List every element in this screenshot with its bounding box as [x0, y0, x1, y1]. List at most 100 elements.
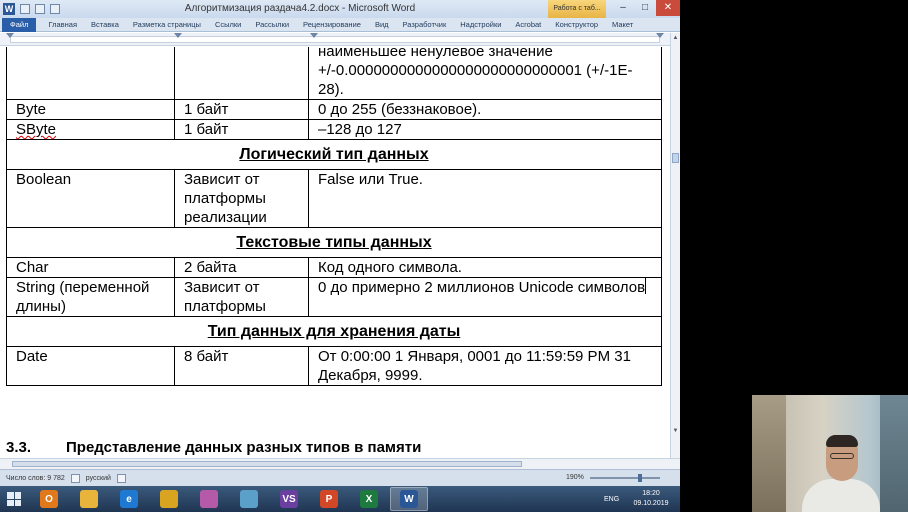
table-row: Boolean Зависит от платформы реализации Fa… — [6, 169, 662, 228]
zoom-knob[interactable] — [637, 473, 642, 482]
table-section-row: Текстовые типы данных — [6, 227, 662, 258]
type-name-cell: Boolean — [6, 169, 175, 228]
chrome-icon — [160, 490, 178, 508]
visual-studio-icon: VS — [280, 490, 298, 508]
section-title: Тип данных для хранения даты — [6, 316, 662, 347]
ribbon-tab[interactable]: Ссылки — [215, 20, 241, 29]
ruler-scale — [10, 36, 660, 43]
table-row: Date 8 байт От 0:00:00 1 Января, 0001 до 1… — [6, 346, 662, 386]
presenter-hair — [826, 435, 858, 447]
ribbon-tab[interactable]: Надстройки — [460, 20, 501, 29]
size-cell: 2 байта — [174, 257, 309, 278]
taskbar-button[interactable] — [150, 487, 188, 511]
ribbon-tab[interactable]: Файл — [2, 17, 37, 32]
taskbar-button[interactable]: P — [310, 487, 348, 511]
ribbon-tab[interactable]: Рассылки — [255, 20, 289, 29]
table-row: String (переменной длины) Зависит от плат… — [6, 277, 662, 317]
type-name-cell: Byte — [6, 99, 175, 120]
taskbar-button[interactable]: W — [390, 487, 428, 511]
spellcheck-icon[interactable] — [70, 473, 80, 483]
misspelled-word[interactable]: SByte — [16, 121, 56, 138]
size-cell: 1 байт — [174, 99, 309, 120]
taskbar-button[interactable]: e — [110, 487, 148, 511]
size-cell: 1 байт — [174, 119, 309, 140]
indent-marker[interactable] — [6, 33, 14, 38]
word-count[interactable]: Число слов: 9 782 — [6, 475, 65, 482]
data-types-table: наименьшее ненулевое значение +/-0.00000… — [6, 47, 662, 386]
taskbar-button[interactable]: VS — [270, 487, 308, 511]
taskbar: Oe VS P X W ENG 18:20 09.10.2019 — [0, 486, 680, 512]
type-name-cell: String (переменной длины) — [6, 277, 175, 317]
range-cell: False или True. — [308, 169, 662, 228]
input-language[interactable]: ENG — [604, 496, 619, 503]
range-cell: наименьшее ненулевое значение +/-0.00000… — [308, 47, 662, 100]
minimize-button[interactable]: – — [612, 0, 634, 16]
type-name-cell: Date — [6, 346, 175, 386]
type-name-cell — [6, 47, 175, 100]
title-bar: W Алгоритмизация раздача4.2.docx - Micro… — [0, 0, 680, 18]
type-name-cell: Char — [6, 257, 175, 278]
column-marker[interactable] — [310, 33, 318, 38]
column-marker[interactable] — [656, 33, 664, 38]
photos-icon — [200, 490, 218, 508]
excel-icon: X — [360, 490, 378, 508]
taskbar-button[interactable] — [230, 487, 268, 511]
webcam-background — [880, 395, 908, 512]
ribbon-tab[interactable]: Разработчик — [403, 20, 447, 29]
ie-icon: e — [120, 490, 138, 508]
type-name-cell: SByte — [6, 119, 175, 140]
range-cell: 0 до примерно 2 миллионов Unicode символ… — [308, 277, 662, 317]
heading-text: Представление данных разных типов в памя… — [66, 439, 422, 456]
taskbar-button[interactable]: O — [30, 487, 68, 511]
ribbon-tab[interactable]: Рецензирование — [303, 20, 361, 29]
notes-icon — [240, 490, 258, 508]
clock[interactable]: 18:20 09.10.2019 — [628, 489, 674, 509]
table-tools-tab[interactable]: Работа с таб... — [548, 0, 606, 18]
section-title: Логический тип данных — [6, 139, 662, 170]
ribbon-tab[interactable]: Разметка страницы — [133, 20, 201, 29]
clock-date: 09.10.2019 — [633, 500, 669, 507]
size-cell: 8 байт — [174, 346, 309, 386]
taskbar-button[interactable] — [190, 487, 228, 511]
zoom-slider[interactable] — [589, 473, 660, 482]
vertical-scrollbar[interactable]: ▲ ▼ — [670, 33, 680, 458]
zoom-level[interactable]: 190% — [566, 474, 584, 481]
text-cursor — [645, 278, 647, 294]
ribbon-tab[interactable]: Главная — [48, 20, 77, 29]
scroll-down-icon[interactable]: ▼ — [672, 428, 679, 434]
presenter-body — [802, 479, 880, 512]
ribbon-tab[interactable]: Конструктор — [555, 20, 598, 29]
table-row: Char 2 байта Код одного символа. — [6, 257, 662, 278]
horizontal-scrollbar[interactable] — [0, 458, 680, 469]
maximize-button[interactable]: □ — [634, 0, 656, 16]
section-heading: 3.3. Представление данных разных типов в … — [6, 439, 421, 456]
ribbon-tab[interactable]: Вид — [375, 20, 389, 29]
powerpoint-icon: P — [320, 490, 338, 508]
size-cell: Зависит от платформы — [174, 277, 309, 317]
ribbon-tab[interactable]: Макет — [612, 20, 633, 29]
taskbar-button[interactable]: X — [350, 487, 388, 511]
macro-icon[interactable] — [116, 473, 126, 483]
horizontal-ruler[interactable] — [0, 33, 670, 46]
close-button[interactable]: ✕ — [656, 0, 680, 16]
range-cell: Код одного символа. — [308, 257, 662, 278]
scroll-up-icon[interactable]: ▲ — [672, 35, 679, 41]
taskbar-button[interactable] — [70, 487, 108, 511]
language-indicator[interactable]: русский — [86, 475, 111, 482]
range-cell: 0 до 255 (беззнаковое). — [308, 99, 662, 120]
word-window: W Алгоритмизация раздача4.2.docx - Micro… — [0, 0, 680, 486]
size-cell — [174, 47, 309, 100]
scroll-thumb[interactable] — [672, 153, 679, 163]
start-button[interactable] — [0, 486, 28, 512]
ribbon-tab[interactable]: Вставка — [91, 20, 119, 29]
table-section-row: Тип данных для хранения даты — [6, 316, 662, 347]
hscroll-thumb[interactable] — [12, 461, 522, 467]
zoom-area: 190% — [566, 473, 660, 482]
table-row: наименьшее ненулевое значение +/-0.00000… — [6, 47, 662, 100]
column-marker[interactable] — [174, 33, 182, 38]
ribbon-tab[interactable]: Acrobat — [515, 20, 541, 29]
document-page[interactable]: наименьшее ненулевое значение +/-0.00000… — [0, 47, 670, 458]
status-bar: Число слов: 9 782 русский 190% — [0, 469, 680, 486]
webcam-background — [752, 395, 786, 512]
webcam-overlay — [752, 395, 908, 512]
